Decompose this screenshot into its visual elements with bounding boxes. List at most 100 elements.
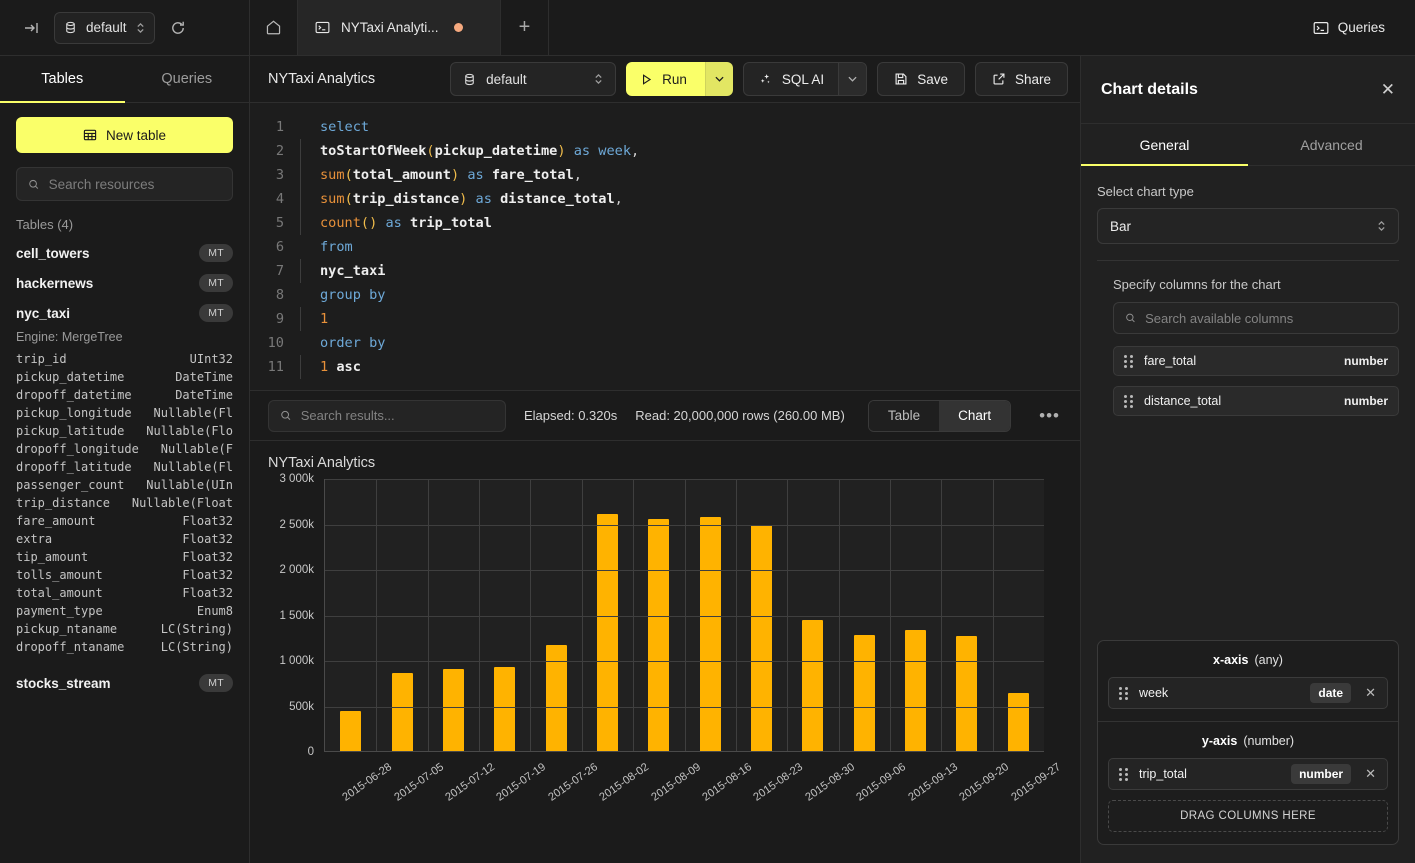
queries-nav-button[interactable]: Queries bbox=[1305, 14, 1393, 42]
results-more-options-icon[interactable]: ••• bbox=[1029, 406, 1068, 426]
run-split-button[interactable]: Run bbox=[626, 62, 733, 96]
chevron-updown-icon bbox=[1377, 220, 1386, 232]
column-name: dropoff_datetime bbox=[16, 388, 132, 402]
sparkles-icon bbox=[758, 72, 773, 87]
column-row[interactable]: extraFloat32 bbox=[0, 530, 249, 548]
column-row[interactable]: dropoff_ntanameLC(String) bbox=[0, 638, 249, 656]
column-row[interactable]: tip_amountFloat32 bbox=[0, 548, 249, 566]
table-item-cell-towers[interactable]: cell_towers MT bbox=[0, 238, 249, 268]
y-axis-section: y-axis(number) trip_total number ✕ DRAG … bbox=[1098, 721, 1398, 844]
collapse-sidebar-icon[interactable] bbox=[18, 15, 44, 41]
chart-bar[interactable] bbox=[392, 673, 413, 751]
column-type: UInt32 bbox=[190, 352, 233, 366]
refresh-icon[interactable] bbox=[165, 15, 191, 41]
sidebar-tab-tables[interactable]: Tables bbox=[0, 56, 125, 102]
column-row[interactable]: pickup_longitudeNullable(Fl bbox=[0, 404, 249, 422]
line-number: 3 bbox=[250, 163, 296, 187]
column-row[interactable]: pickup_datetimeDateTime bbox=[0, 368, 249, 386]
chart-type-value: Bar bbox=[1110, 219, 1131, 234]
column-row[interactable]: tolls_amountFloat32 bbox=[0, 566, 249, 584]
new-table-button[interactable]: New table bbox=[16, 117, 233, 153]
chart-bar[interactable] bbox=[905, 630, 926, 751]
tab-advanced[interactable]: Advanced bbox=[1248, 124, 1415, 165]
chart-type-select[interactable]: Bar bbox=[1097, 208, 1399, 244]
tab-nytaxi-analytics[interactable]: NYTaxi Analyti... bbox=[298, 0, 501, 55]
home-tab[interactable] bbox=[250, 0, 298, 55]
column-name: extra bbox=[16, 532, 52, 546]
chart-bar[interactable] bbox=[1008, 693, 1029, 751]
column-row[interactable]: passenger_countNullable(UIn bbox=[0, 476, 249, 494]
x-axis-column-chip[interactable]: week date ✕ bbox=[1108, 677, 1388, 709]
remove-icon[interactable]: ✕ bbox=[1362, 685, 1379, 701]
resource-search[interactable] bbox=[16, 167, 233, 201]
table-item-stocks-stream[interactable]: stocks_stream MT bbox=[0, 668, 249, 698]
column-row[interactable]: trip_distanceNullable(Float bbox=[0, 494, 249, 512]
column-row[interactable]: dropoff_latitudeNullable(Fl bbox=[0, 458, 249, 476]
run-options-caret[interactable] bbox=[705, 62, 733, 96]
column-row[interactable]: pickup_ntanameLC(String) bbox=[0, 620, 249, 638]
available-column-distance-total[interactable]: distance_total number bbox=[1113, 386, 1399, 416]
column-name: trip_distance bbox=[16, 496, 110, 510]
available-column-fare-total[interactable]: fare_total number bbox=[1113, 346, 1399, 376]
table-name: hackernews bbox=[16, 276, 93, 291]
share-button[interactable]: Share bbox=[975, 62, 1068, 96]
x-axis-tick: 2015-09-06 bbox=[855, 761, 909, 804]
tab-general[interactable]: General bbox=[1081, 124, 1248, 165]
column-row[interactable]: dropoff_datetimeDateTime bbox=[0, 386, 249, 404]
line-number: 1 bbox=[250, 115, 296, 139]
column-row[interactable]: trip_idUInt32 bbox=[0, 350, 249, 368]
x-axis-tick: 2015-09-27 bbox=[1009, 761, 1063, 804]
available-columns-search[interactable] bbox=[1113, 302, 1399, 334]
sql-ai-options-caret[interactable] bbox=[838, 63, 866, 95]
chart-bar[interactable] bbox=[340, 711, 361, 751]
view-toggle-table[interactable]: Table bbox=[869, 401, 939, 431]
sql-ai-button[interactable]: SQL AI bbox=[744, 63, 838, 95]
drag-handle-icon[interactable] bbox=[1124, 395, 1133, 408]
chart-bar[interactable] bbox=[802, 620, 823, 751]
table-item-nyc-taxi[interactable]: nyc_taxi MT bbox=[0, 298, 249, 328]
view-toggle-chart[interactable]: Chart bbox=[939, 401, 1010, 431]
chart-bar[interactable] bbox=[494, 667, 515, 751]
close-icon[interactable]: ✕ bbox=[1381, 80, 1395, 100]
drag-columns-dropzone[interactable]: DRAG COLUMNS HERE bbox=[1108, 800, 1388, 832]
new-tab-button[interactable]: + bbox=[501, 0, 549, 55]
line-number: 7 bbox=[250, 259, 296, 283]
y-axis-title: y-axis bbox=[1202, 734, 1237, 748]
editor-database-selector[interactable]: default bbox=[450, 62, 616, 96]
drag-handle-icon[interactable] bbox=[1119, 768, 1128, 781]
column-row[interactable]: fare_amountFloat32 bbox=[0, 512, 249, 530]
chart-bar[interactable] bbox=[956, 636, 977, 751]
sql-ai-split-button[interactable]: SQL AI bbox=[743, 62, 867, 96]
editor-database-name: default bbox=[486, 72, 527, 87]
search-resources-input[interactable] bbox=[49, 177, 221, 192]
chart-bar[interactable] bbox=[700, 517, 721, 751]
chart-bar[interactable] bbox=[443, 669, 464, 751]
column-type: Float32 bbox=[182, 568, 233, 582]
available-columns-input[interactable] bbox=[1145, 311, 1387, 326]
column-row[interactable]: total_amountFloat32 bbox=[0, 584, 249, 602]
chart-bar[interactable] bbox=[751, 525, 772, 751]
column-row[interactable]: pickup_latitudeNullable(Flo bbox=[0, 422, 249, 440]
chart-bar[interactable] bbox=[854, 635, 875, 751]
column-row[interactable]: payment_typeEnum8 bbox=[0, 602, 249, 620]
run-button[interactable]: Run bbox=[626, 62, 705, 96]
column-row[interactable]: dropoff_longitudeNullable(F bbox=[0, 440, 249, 458]
y-axis-column-chip[interactable]: trip_total number ✕ bbox=[1108, 758, 1388, 790]
save-button[interactable]: Save bbox=[877, 62, 965, 96]
sidebar-tab-queries[interactable]: Queries bbox=[125, 56, 250, 102]
code-line: 3sum(total_amount) as fare_total, bbox=[250, 163, 1080, 187]
database-selector[interactable]: default bbox=[54, 12, 155, 44]
code-line: 2toStartOfWeek(pickup_datetime) as week, bbox=[250, 139, 1080, 163]
results-search[interactable] bbox=[268, 400, 506, 432]
column-name: dropoff_latitude bbox=[16, 460, 132, 474]
sql-editor[interactable]: 1select 2toStartOfWeek(pickup_datetime) … bbox=[250, 103, 1080, 391]
chart-bar[interactable] bbox=[597, 514, 618, 751]
results-search-input[interactable] bbox=[301, 408, 494, 423]
remove-icon[interactable]: ✕ bbox=[1362, 766, 1379, 782]
drag-handle-icon[interactable] bbox=[1119, 687, 1128, 700]
line-number: 2 bbox=[250, 139, 296, 163]
chart-bar[interactable] bbox=[648, 519, 669, 751]
y-axis-heading: y-axis(number) bbox=[1108, 734, 1388, 748]
drag-handle-icon[interactable] bbox=[1124, 355, 1133, 368]
table-item-hackernews[interactable]: hackernews MT bbox=[0, 268, 249, 298]
